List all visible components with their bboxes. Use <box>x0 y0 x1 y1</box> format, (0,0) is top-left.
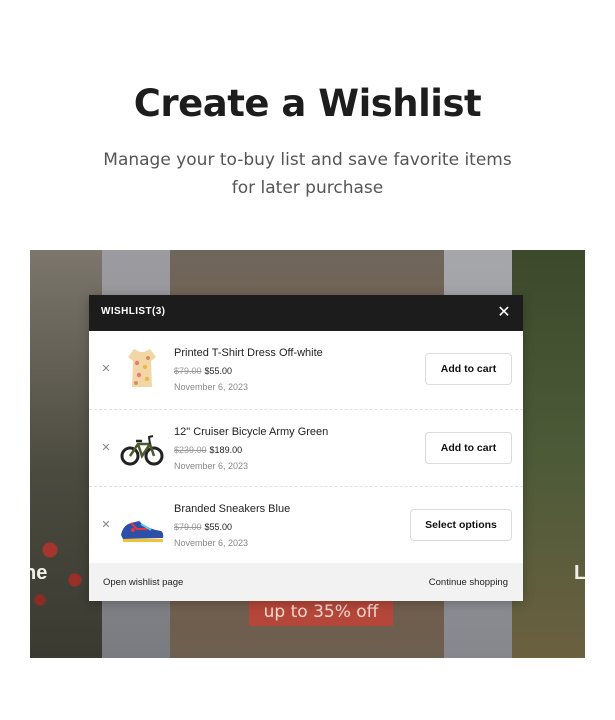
old-price: $79.00 <box>174 366 202 376</box>
promo-badge: up to 35% off <box>249 598 393 626</box>
wishlist-footer: Open wishlist page Continue shopping <box>89 563 523 601</box>
item-price: $239.00 $189.00 <box>174 445 242 455</box>
page-subtitle: Manage your to-buy list and save favorit… <box>103 150 512 198</box>
remove-item-icon[interactable]: ✕ <box>101 364 111 375</box>
wishlist-item: ✕ Printed T-Shirt Dress Off-white $79.00… <box>89 331 523 408</box>
wishlist-item: ✕ 12" Cruiser Bicycle Army Green $239.00… <box>89 409 523 487</box>
select-options-button[interactable]: Select options <box>410 509 512 541</box>
remove-item-icon[interactable]: ✕ <box>101 520 111 531</box>
bicycle-image[interactable] <box>117 422 167 472</box>
item-price: $79.00 $55.00 <box>174 366 232 376</box>
sneaker-image[interactable] <box>117 499 167 549</box>
wishlist-modal: WISHLIST(3) ✕ ✕ Printed T-Shirt Dress Of… <box>89 295 523 601</box>
item-price: $79.00 $55.00 <box>174 522 232 532</box>
item-name[interactable]: 12" Cruiser Bicycle Army Green <box>174 426 328 438</box>
banner-text-right: L <box>574 562 585 584</box>
old-price: $79.00 <box>174 522 202 532</box>
current-price: $189.00 <box>209 445 243 455</box>
item-name[interactable]: Branded Sneakers Blue <box>174 503 290 515</box>
dress-image[interactable] <box>117 343 167 393</box>
item-name[interactable]: Printed T-Shirt Dress Off-white <box>174 347 323 359</box>
current-price: $55.00 <box>204 366 233 376</box>
wishlist-title: WISHLIST(3) <box>101 306 166 317</box>
added-date: November 6, 2023 <box>174 382 249 392</box>
close-icon[interactable]: ✕ <box>495 304 513 322</box>
continue-shopping-link[interactable]: Continue shopping <box>429 577 508 588</box>
current-price: $55.00 <box>204 522 233 532</box>
add-to-cart-button[interactable]: Add to cart <box>425 432 512 464</box>
added-date: November 6, 2023 <box>174 461 249 471</box>
added-date: November 6, 2023 <box>174 538 249 548</box>
remove-item-icon[interactable]: ✕ <box>101 443 111 454</box>
wishlist-item: ✕ Branded Sneakers Blue $79.00 $55.00 Nov… <box>89 486 523 564</box>
wishlist-header: WISHLIST(3) ✕ <box>89 295 523 331</box>
add-to-cart-button[interactable]: Add to cart <box>425 353 512 385</box>
old-price: $239.00 <box>174 445 207 455</box>
banner-text-left: ne <box>30 562 48 584</box>
open-wishlist-link[interactable]: Open wishlist page <box>103 577 183 588</box>
page-title: Create a Wishlist <box>133 82 482 125</box>
